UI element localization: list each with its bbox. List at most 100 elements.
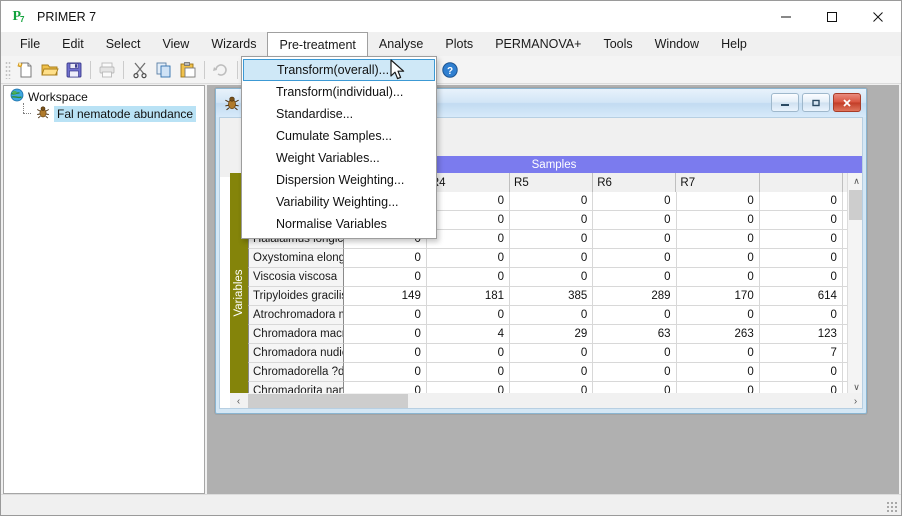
cell-value[interactable]: 0 bbox=[343, 363, 427, 382]
column-header-r7[interactable]: R7 bbox=[676, 173, 760, 192]
cell-value[interactable]: 4 bbox=[426, 325, 511, 344]
cell-value[interactable]: 123 bbox=[759, 325, 843, 344]
cell-value[interactable]: 0 bbox=[676, 211, 760, 230]
cell-value[interactable]: 0 bbox=[426, 211, 511, 230]
horizontal-scroll-thumb[interactable] bbox=[248, 394, 408, 408]
menu-wizards[interactable]: Wizards bbox=[200, 32, 267, 56]
table-row[interactable]: Tripyloides gracilis 149 181 385 289 170… bbox=[248, 287, 862, 306]
menu-permanova[interactable]: PERMANOVA+ bbox=[484, 32, 592, 56]
menu-help[interactable]: Help bbox=[710, 32, 758, 56]
menu-file[interactable]: File bbox=[9, 32, 51, 56]
cell-value[interactable]: 0 bbox=[510, 268, 594, 287]
new-icon[interactable] bbox=[14, 58, 38, 82]
toolbar-grip[interactable] bbox=[5, 60, 11, 79]
cell-value[interactable]: 0 bbox=[759, 363, 843, 382]
cell-value[interactable]: 263 bbox=[676, 325, 760, 344]
table-row[interactable]: Chromadora nudica 0 0 0 0 0 7 bbox=[248, 344, 862, 363]
help-question-icon[interactable]: ? bbox=[438, 58, 462, 82]
cell-value[interactable]: 181 bbox=[426, 287, 511, 306]
cell-value[interactable]: 0 bbox=[343, 344, 427, 363]
cell-value[interactable]: 0 bbox=[759, 249, 843, 268]
cell-value[interactable]: 0 bbox=[593, 211, 677, 230]
menu-item-dispersion-weighting[interactable]: Dispersion Weighting... bbox=[242, 169, 436, 191]
cell-value[interactable]: 0 bbox=[676, 344, 760, 363]
cell-value[interactable]: 0 bbox=[426, 363, 511, 382]
scroll-up-icon[interactable]: ∧ bbox=[848, 173, 862, 190]
cell-value[interactable]: 0 bbox=[510, 211, 594, 230]
cell-value[interactable]: 0 bbox=[676, 230, 760, 249]
data-window-restore-button[interactable] bbox=[802, 93, 830, 112]
column-header-r8[interactable] bbox=[759, 173, 843, 192]
tree-item-workspace[interactable]: Workspace bbox=[4, 88, 204, 105]
open-folder-icon[interactable] bbox=[38, 58, 62, 82]
menu-item-weight-variables[interactable]: Weight Variables... bbox=[242, 147, 436, 169]
menu-window[interactable]: Window bbox=[644, 32, 710, 56]
cell-value[interactable]: 0 bbox=[676, 268, 760, 287]
column-header-r6[interactable]: R6 bbox=[593, 173, 677, 192]
copy-icon[interactable] bbox=[152, 58, 176, 82]
menu-item-transform-individual[interactable]: Transform(individual)... bbox=[242, 81, 436, 103]
cell-value[interactable]: 0 bbox=[426, 306, 511, 325]
menu-item-standardise[interactable]: Standardise... bbox=[242, 103, 436, 125]
scroll-right-icon[interactable]: › bbox=[847, 393, 862, 408]
minimize-button[interactable] bbox=[763, 1, 809, 32]
save-disk-icon[interactable] bbox=[62, 58, 86, 82]
cell-value[interactable]: 0 bbox=[343, 306, 427, 325]
cell-value[interactable]: 0 bbox=[593, 249, 677, 268]
column-header-r4[interactable]: R4 bbox=[426, 173, 511, 192]
cell-value[interactable]: 0 bbox=[426, 230, 511, 249]
cell-value[interactable]: 7 bbox=[759, 344, 843, 363]
table-row[interactable]: Chromadora macro 0 4 29 63 263 123 bbox=[248, 325, 862, 344]
cell-value[interactable]: 0 bbox=[759, 268, 843, 287]
cell-value[interactable]: 0 bbox=[593, 230, 677, 249]
cell-value[interactable]: 0 bbox=[426, 268, 511, 287]
menu-analyse[interactable]: Analyse bbox=[368, 32, 434, 56]
cell-value[interactable]: 0 bbox=[343, 325, 427, 344]
grid-horizontal-scrollbar[interactable]: ‹ › bbox=[230, 393, 862, 408]
cell-value[interactable]: 0 bbox=[426, 249, 511, 268]
cell-value[interactable]: 0 bbox=[759, 192, 843, 211]
cell-value[interactable]: 29 bbox=[510, 325, 594, 344]
menu-tools[interactable]: Tools bbox=[592, 32, 643, 56]
cell-value[interactable]: 0 bbox=[759, 306, 843, 325]
table-row[interactable]: Oxystomina elongata 0 0 0 0 0 0 bbox=[248, 249, 862, 268]
cell-value[interactable]: 0 bbox=[510, 344, 594, 363]
cell-value[interactable]: 385 bbox=[510, 287, 594, 306]
cell-value[interactable]: 0 bbox=[343, 249, 427, 268]
table-row[interactable]: Atrochromadora mi 0 0 0 0 0 0 bbox=[248, 306, 862, 325]
cell-value[interactable]: 0 bbox=[593, 268, 677, 287]
cell-value[interactable]: 170 bbox=[676, 287, 760, 306]
maximize-button[interactable] bbox=[809, 1, 855, 32]
cell-value[interactable]: 0 bbox=[343, 268, 427, 287]
cell-value[interactable]: 0 bbox=[676, 192, 760, 211]
cell-value[interactable]: 0 bbox=[510, 230, 594, 249]
menu-item-variability-weighting[interactable]: Variability Weighting... bbox=[242, 191, 436, 213]
cell-value[interactable]: 0 bbox=[676, 306, 760, 325]
menu-pre-treatment[interactable]: Pre-treatment bbox=[267, 32, 368, 57]
menu-item-normalise-variables[interactable]: Normalise Variables bbox=[242, 213, 436, 235]
cell-value[interactable]: 63 bbox=[593, 325, 677, 344]
resize-grip[interactable] bbox=[886, 501, 898, 513]
cell-value[interactable]: 0 bbox=[426, 344, 511, 363]
cell-value[interactable]: 0 bbox=[510, 306, 594, 325]
table-row[interactable]: Chromadorella ?du 0 0 0 0 0 0 bbox=[248, 363, 862, 382]
menu-select[interactable]: Select bbox=[95, 32, 152, 56]
menu-edit[interactable]: Edit bbox=[51, 32, 95, 56]
table-row[interactable]: Viscosia viscosa 0 0 0 0 0 0 bbox=[248, 268, 862, 287]
paste-clipboard-icon[interactable] bbox=[176, 58, 200, 82]
cell-value[interactable]: 0 bbox=[510, 249, 594, 268]
cell-value[interactable]: 0 bbox=[510, 363, 594, 382]
cell-value[interactable]: 0 bbox=[759, 230, 843, 249]
cell-value[interactable]: 0 bbox=[593, 344, 677, 363]
close-button[interactable] bbox=[855, 1, 901, 32]
cell-value[interactable]: 149 bbox=[343, 287, 427, 306]
vertical-scroll-thumb[interactable] bbox=[849, 190, 862, 220]
menu-view[interactable]: View bbox=[151, 32, 200, 56]
cell-value[interactable]: 0 bbox=[676, 249, 760, 268]
cell-value[interactable]: 0 bbox=[759, 211, 843, 230]
data-window-close-button[interactable] bbox=[833, 93, 861, 112]
cell-value[interactable]: 0 bbox=[510, 192, 594, 211]
menu-plots[interactable]: Plots bbox=[434, 32, 484, 56]
cell-value[interactable]: 0 bbox=[593, 306, 677, 325]
scroll-left-icon[interactable]: ‹ bbox=[230, 393, 247, 408]
